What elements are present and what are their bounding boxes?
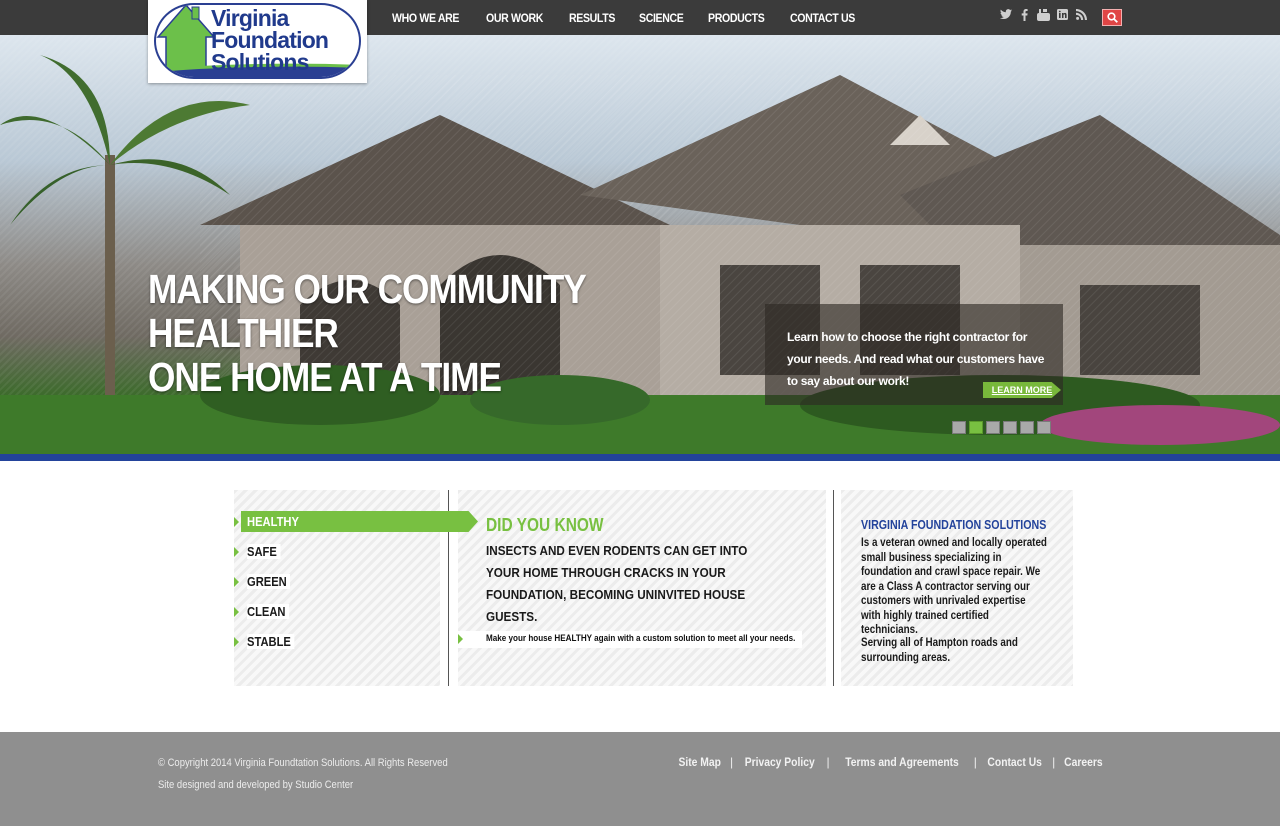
- link-separator: |: [1052, 755, 1056, 769]
- footer-link-privacy-policy[interactable]: Privacy Policy: [745, 755, 815, 769]
- did-you-know-cta[interactable]: Make your house HEALTHY again with a cus…: [458, 631, 802, 648]
- main-nav: WHO WE ARE OUR WORK RESULTS SCIENCE PROD…: [383, 0, 873, 35]
- credit-text: Site designed and developed by Studio Ce…: [158, 779, 354, 791]
- logo-line-1: Virginia: [211, 5, 289, 31]
- promo-box: Learn how to choose the right contractor…: [765, 304, 1063, 405]
- logo-line-3: Solutions: [211, 49, 309, 75]
- linkedin-icon[interactable]: [1056, 9, 1069, 23]
- link-separator: |: [730, 755, 734, 769]
- arrow-right-icon: [234, 636, 239, 647]
- slide-dot[interactable]: [1020, 421, 1034, 434]
- tab-green[interactable]: GREEN: [234, 571, 478, 592]
- tab-stable[interactable]: STABLE: [234, 631, 478, 652]
- tab-label: GREEN: [247, 574, 291, 589]
- arrow-right-icon: [234, 516, 239, 527]
- link-separator: |: [826, 755, 830, 769]
- arrow-right-icon: [234, 546, 239, 557]
- search-icon: [1107, 12, 1118, 23]
- logo-badge: Virginia Foundation Solutions: [154, 3, 361, 79]
- tab-label: STABLE: [247, 634, 295, 649]
- tab-label: CLEAN: [247, 604, 289, 619]
- tab-healthy[interactable]: HEALTHY: [234, 511, 478, 532]
- slide-dot[interactable]: [986, 421, 1000, 434]
- column-divider: [833, 490, 834, 686]
- nav-who-we-are[interactable]: WHO WE ARE: [392, 11, 459, 25]
- hero-headline-line-1: MAKING OUR COMMUNITY: [148, 266, 587, 312]
- slide-dot[interactable]: [952, 421, 966, 434]
- footer-link-site-map[interactable]: Site Map: [678, 755, 720, 769]
- learn-more-button[interactable]: LEARN MORE: [983, 382, 1061, 398]
- slide-dot[interactable]: [1037, 421, 1051, 434]
- slide-dot[interactable]: [1003, 421, 1017, 434]
- rss-icon[interactable]: [1075, 9, 1088, 23]
- benefit-tabs: HEALTHY SAFE GREEN CLEAN STABLE: [234, 511, 478, 661]
- footer-copyright: © Copyright 2014 Virginia Foundtation So…: [158, 752, 448, 796]
- nav-products[interactable]: PRODUCTS: [708, 11, 765, 25]
- hero-slider: MAKING OUR COMMUNITY HEALTHIER ONE HOME …: [0, 35, 1280, 454]
- tab-clean[interactable]: CLEAN: [234, 601, 478, 622]
- arrow-right-icon: [234, 606, 239, 617]
- search-button[interactable]: [1102, 9, 1122, 26]
- footer-link-contact-us[interactable]: Contact Us: [987, 755, 1041, 769]
- did-you-know-cta-text: Make your house HEALTHY again with a cus…: [486, 633, 796, 643]
- hero-headline-line-3: ONE HOME AT A TIME: [148, 354, 502, 400]
- logo-text: Virginia Foundation Solutions: [211, 5, 329, 75]
- link-separator: |: [973, 755, 977, 769]
- about-service-areas: Serving all of Hampton roads and surroun…: [861, 635, 1018, 664]
- hero-divider: [0, 454, 1280, 461]
- youtube-icon[interactable]: [1037, 9, 1050, 23]
- nav-contact-us[interactable]: CONTACT US: [790, 11, 855, 25]
- nav-science[interactable]: SCIENCE: [639, 11, 684, 25]
- logo-line-2: Foundation: [211, 27, 329, 53]
- hero-headline: MAKING OUR COMMUNITY HEALTHIER ONE HOME …: [148, 266, 587, 400]
- footer-link-terms[interactable]: Terms and Agreements: [845, 755, 959, 769]
- slide-dot-active[interactable]: [969, 421, 983, 434]
- footer: © Copyright 2014 Virginia Foundtation So…: [0, 732, 1280, 826]
- nav-results[interactable]: RESULTS: [569, 11, 615, 25]
- arrow-right-icon: [234, 576, 239, 587]
- twitter-icon[interactable]: [999, 9, 1012, 23]
- facebook-icon[interactable]: [1018, 9, 1031, 23]
- tab-safe[interactable]: SAFE: [234, 541, 478, 562]
- about-title: VIRGINIA FOUNDATION SOLUTIONS: [861, 517, 1047, 532]
- about-body: Is a veteran owned and locally operated …: [861, 535, 1047, 636]
- arrow-right-icon: [458, 634, 463, 644]
- copyright-text: © Copyright 2014 Virginia Foundtation So…: [158, 757, 448, 769]
- tab-label: SAFE: [247, 544, 281, 559]
- tab-label: HEALTHY: [247, 514, 299, 529]
- site-logo[interactable]: Virginia Foundation Solutions: [148, 0, 367, 83]
- nav-our-work[interactable]: OUR WORK: [486, 11, 543, 25]
- footer-links: Site Map | Privacy Policy | Terms and Ag…: [675, 755, 1106, 769]
- did-you-know-title: DID YOU KNOW: [486, 515, 604, 535]
- social-links: [999, 9, 1094, 23]
- hero-headline-line-2: HEALTHIER: [148, 310, 339, 356]
- did-you-know-body: INSECTS AND EVEN RODENTS CAN GET INTO YO…: [486, 543, 748, 624]
- slide-indicators: [952, 421, 1054, 434]
- footer-link-careers[interactable]: Careers: [1064, 755, 1102, 769]
